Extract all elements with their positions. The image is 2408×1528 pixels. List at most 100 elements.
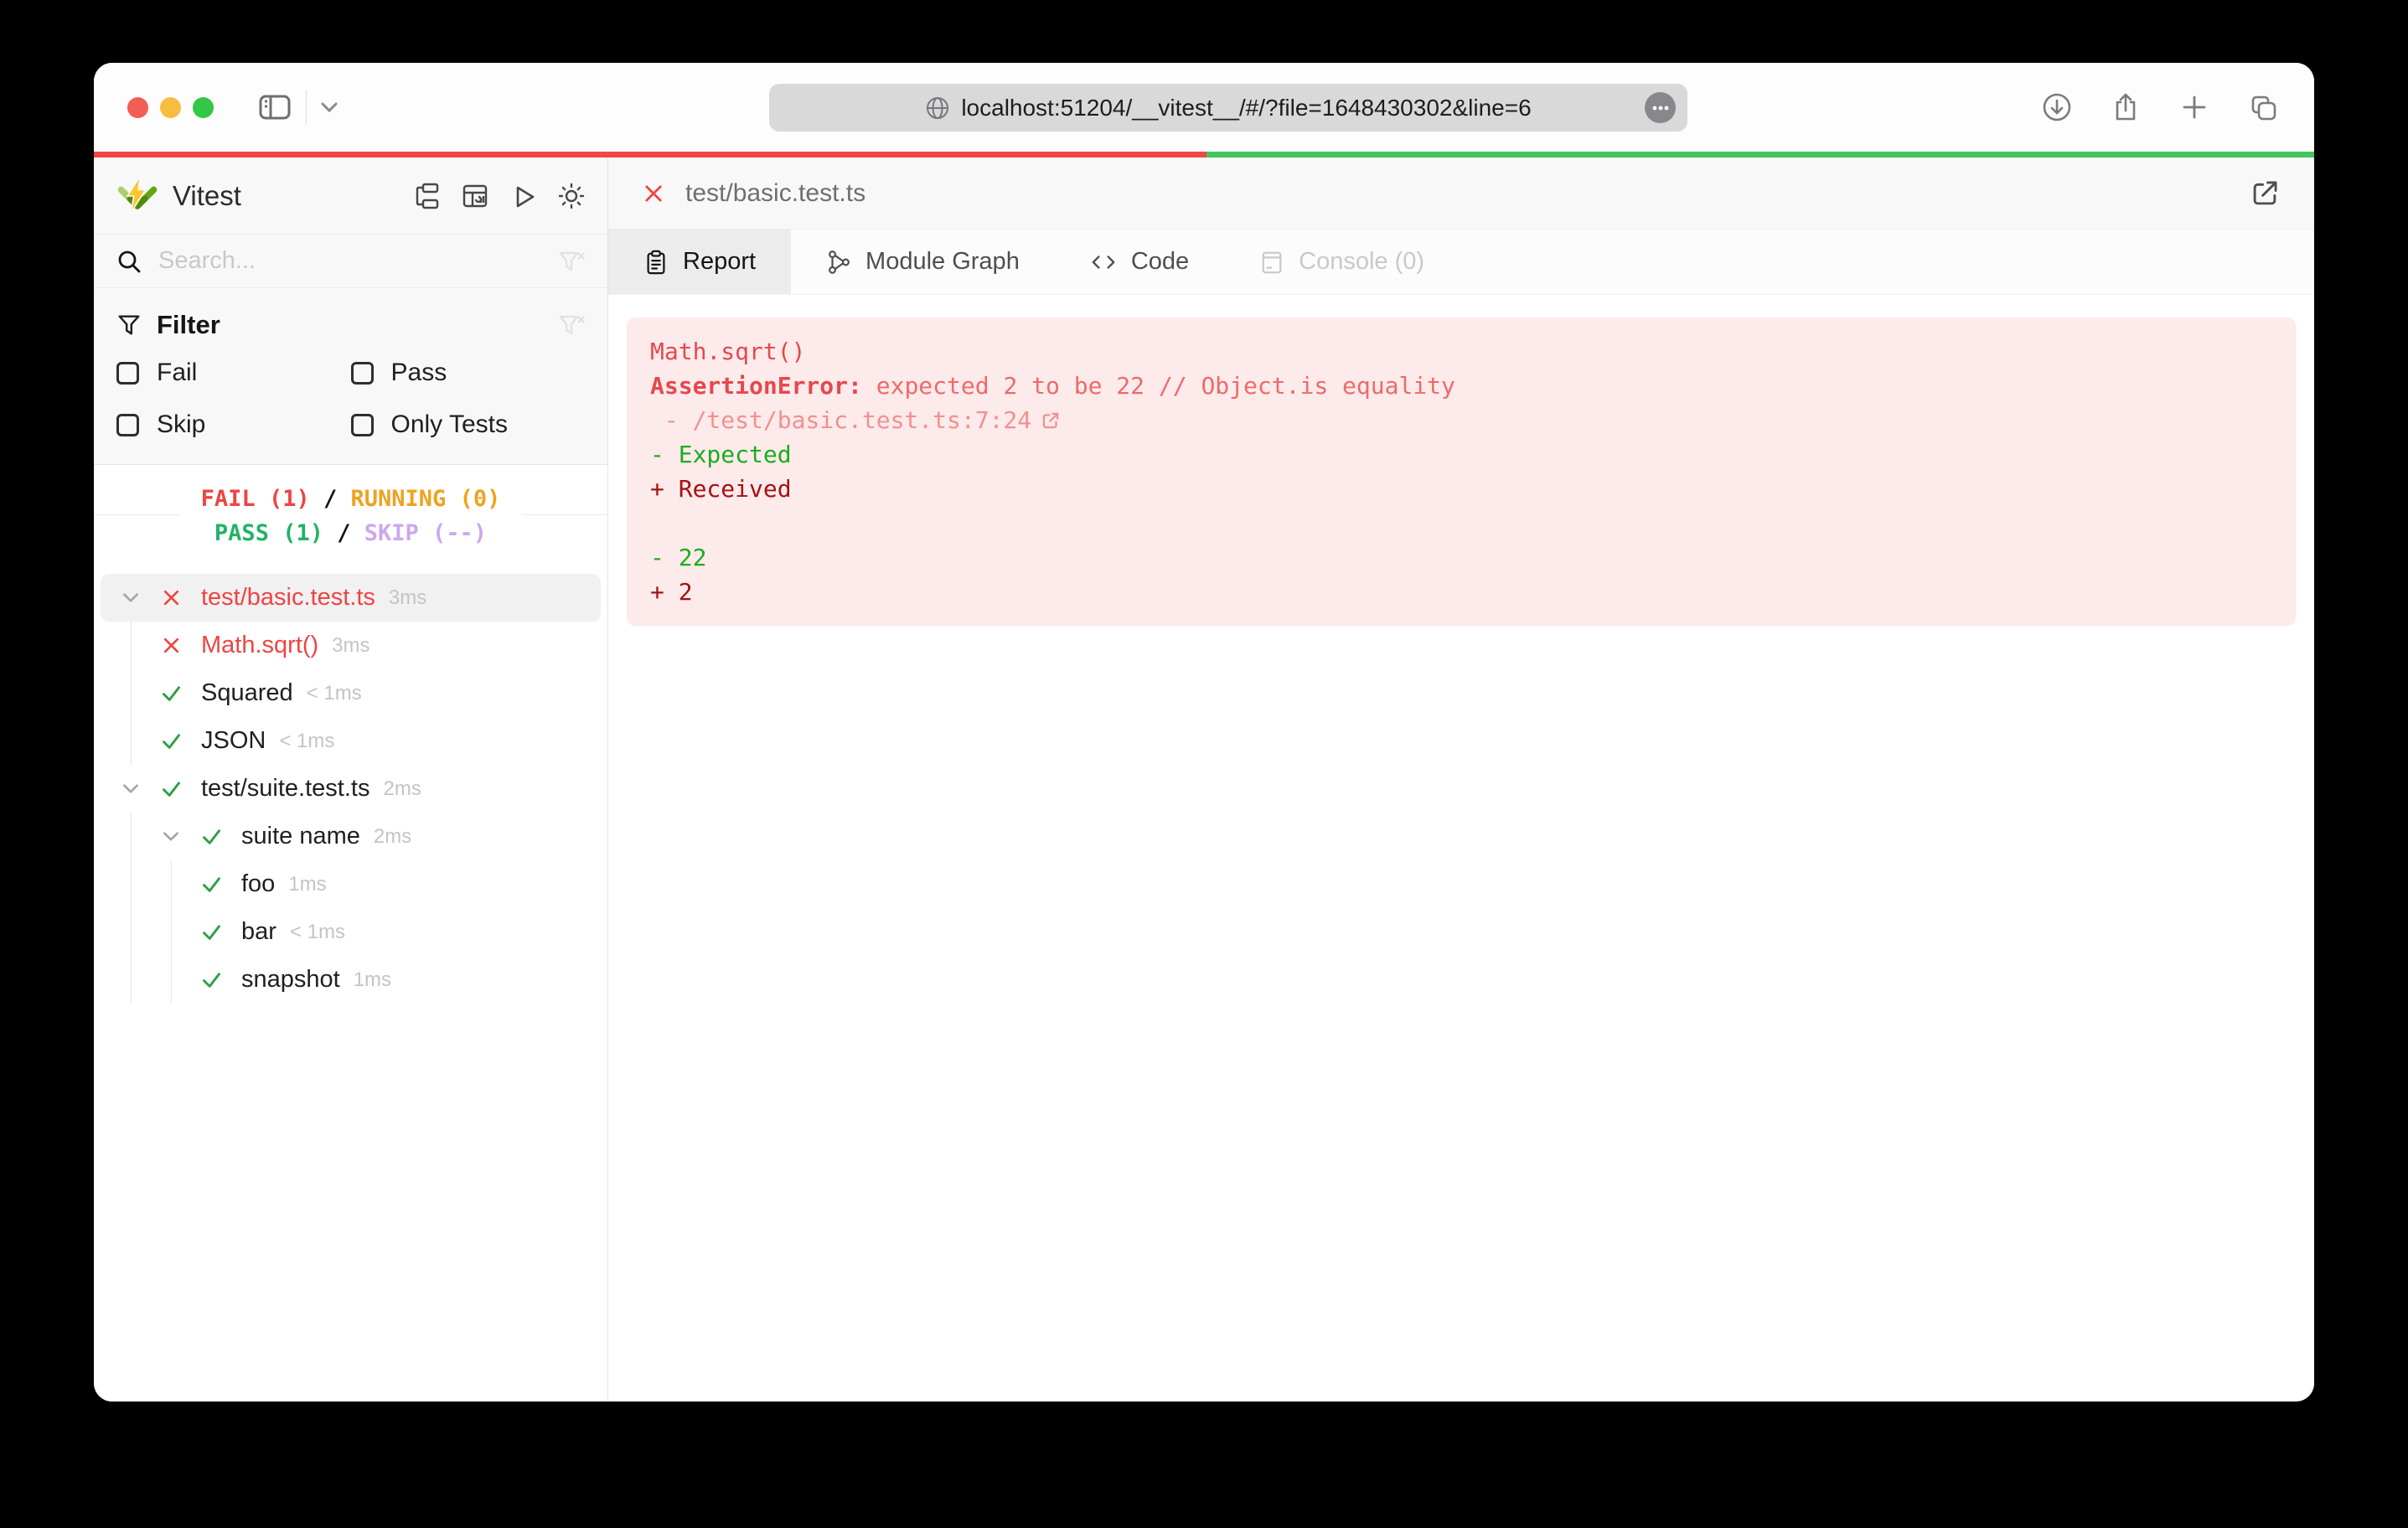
test-label: suite name xyxy=(241,823,360,850)
page-settings-button[interactable] xyxy=(1645,92,1676,123)
tab-console[interactable]: Console (0) xyxy=(1224,230,1460,294)
indent-guide xyxy=(111,860,151,908)
pass-check-icon xyxy=(151,717,191,765)
indent-guide xyxy=(111,908,151,956)
indent-guide xyxy=(111,813,151,860)
test-duration: 2ms xyxy=(383,777,421,801)
tab-module-graph[interactable]: Module Graph xyxy=(791,230,1055,294)
checkbox-label: Pass xyxy=(391,359,447,387)
tab-report[interactable]: Report xyxy=(608,230,791,294)
checkbox[interactable] xyxy=(116,362,139,385)
pass-check-icon xyxy=(191,956,231,1004)
filter-checkbox-skip[interactable]: Skip xyxy=(116,410,351,439)
checkbox[interactable] xyxy=(116,414,139,436)
diff-received-value: + 2 xyxy=(650,575,2272,609)
summary-line-1: FAIL (1) / RUNNING (0) xyxy=(201,482,501,516)
test-duration: 3ms xyxy=(332,634,369,658)
tree-row[interactable]: snapshot1ms xyxy=(101,956,601,1004)
browser-toolbar: localhost:51204/__vitest__/#/?file=16484… xyxy=(94,63,2314,152)
fail-x-icon xyxy=(642,182,665,205)
summary-line-2: PASS (1) / SKIP (--) xyxy=(201,516,501,550)
indent-guide xyxy=(151,908,191,956)
filter-checkbox-only-tests[interactable]: Only Tests xyxy=(351,410,586,439)
expand-tree-icon[interactable] xyxy=(414,183,441,209)
close-window-button[interactable] xyxy=(127,97,148,118)
globe-icon xyxy=(925,96,950,121)
report-area: Math.sqrt() AssertionError: expected 2 t… xyxy=(608,295,2314,648)
report-icon xyxy=(643,250,669,275)
tree-row[interactable]: bar < 1ms xyxy=(101,908,601,956)
clear-filter-icon xyxy=(558,312,585,338)
code-icon xyxy=(1090,250,1117,275)
dashboard-icon[interactable] xyxy=(462,183,488,209)
test-duration: < 1ms xyxy=(290,921,345,944)
downloads-icon[interactable] xyxy=(2041,91,2073,123)
tree-row[interactable]: Math.sqrt()3ms xyxy=(101,622,601,669)
filter-checkbox-fail[interactable]: Fail xyxy=(116,359,351,387)
search-input[interactable] xyxy=(158,247,541,275)
test-tree: test/basic.test.ts3msMath.sqrt()3msSquar… xyxy=(94,564,607,1402)
pass-check-icon xyxy=(191,813,231,860)
test-duration: 3ms xyxy=(389,586,426,610)
tab-label: Code xyxy=(1131,248,1189,276)
address-bar[interactable]: localhost:51204/__vitest__/#/?file=16484… xyxy=(769,84,1687,132)
error-message-line: AssertionError: expected 2 to be 22 // O… xyxy=(650,369,2272,403)
tree-row[interactable]: test/basic.test.ts 3ms xyxy=(101,574,601,622)
checkbox-label: Fail xyxy=(157,359,197,387)
indent-guide xyxy=(151,860,191,908)
chevron-down-icon[interactable] xyxy=(111,574,151,622)
tree-row[interactable]: foo1ms xyxy=(101,860,601,908)
indent-guide xyxy=(151,956,191,1004)
zoom-window-button[interactable] xyxy=(193,97,214,118)
diff-expected-value: - 22 xyxy=(650,540,2272,575)
test-label: foo xyxy=(241,870,275,898)
test-duration: < 1ms xyxy=(307,682,362,705)
toolbar-divider xyxy=(306,90,307,125)
tree-row[interactable]: Squared< 1ms xyxy=(101,669,601,717)
tree-row[interactable]: suite name 2ms xyxy=(101,813,601,860)
test-label: snapshot xyxy=(241,966,340,994)
test-label: test/basic.test.ts xyxy=(201,584,375,612)
filter-title: Filter xyxy=(157,310,220,340)
tab-overview-icon[interactable] xyxy=(2247,91,2279,123)
sidebar-header: Vitest xyxy=(94,157,607,235)
filter-checkbox-pass[interactable]: Pass xyxy=(351,359,586,387)
pass-check-icon xyxy=(151,669,191,717)
vitest-logo xyxy=(116,174,159,218)
theme-toggle-icon[interactable] xyxy=(557,182,586,210)
pass-check-icon xyxy=(191,860,231,908)
sidebar-toggle-icon[interactable] xyxy=(257,90,292,124)
share-icon[interactable] xyxy=(2110,91,2142,123)
indent-guide xyxy=(111,956,151,1004)
chevron-down-icon[interactable] xyxy=(111,765,151,813)
diff-expected-label: - Expected xyxy=(650,437,2272,472)
run-all-icon[interactable] xyxy=(509,183,536,209)
new-tab-icon[interactable] xyxy=(2178,91,2210,123)
checkbox[interactable] xyxy=(351,414,374,436)
diff-received-label: + Received xyxy=(650,472,2272,506)
progress-pass-segment xyxy=(1207,152,2314,157)
error-test-name: Math.sqrt() xyxy=(650,334,2272,369)
search-icon xyxy=(116,249,142,274)
indent-guide xyxy=(111,669,151,717)
tab-code[interactable]: Code xyxy=(1055,230,1224,294)
open-in-editor-icon[interactable] xyxy=(2249,178,2281,209)
clear-search-filter-icon xyxy=(558,248,585,275)
test-label: JSON xyxy=(201,727,266,755)
test-duration: 2ms xyxy=(374,825,411,849)
tab-bar: Report Module Graph xyxy=(608,230,2314,295)
minimize-window-button[interactable] xyxy=(160,97,181,118)
tab-label: Module Graph xyxy=(866,248,1020,276)
chevron-down-icon[interactable] xyxy=(320,101,338,113)
tree-row[interactable]: test/suite.test.ts2ms xyxy=(101,765,601,813)
url-text: localhost:51204/__vitest__/#/?file=16484… xyxy=(961,95,1531,121)
test-progress-bar xyxy=(94,152,2314,157)
tree-row[interactable]: JSON< 1ms xyxy=(101,717,601,765)
chevron-down-icon[interactable] xyxy=(151,813,191,860)
filter-panel: Filter Fail Pass xyxy=(94,288,607,465)
test-label: bar xyxy=(241,918,276,946)
fail-x-icon xyxy=(151,622,191,669)
file-header: test/basic.test.ts xyxy=(608,157,2314,230)
checkbox[interactable] xyxy=(351,362,374,385)
tab-label: Console (0) xyxy=(1299,248,1424,276)
